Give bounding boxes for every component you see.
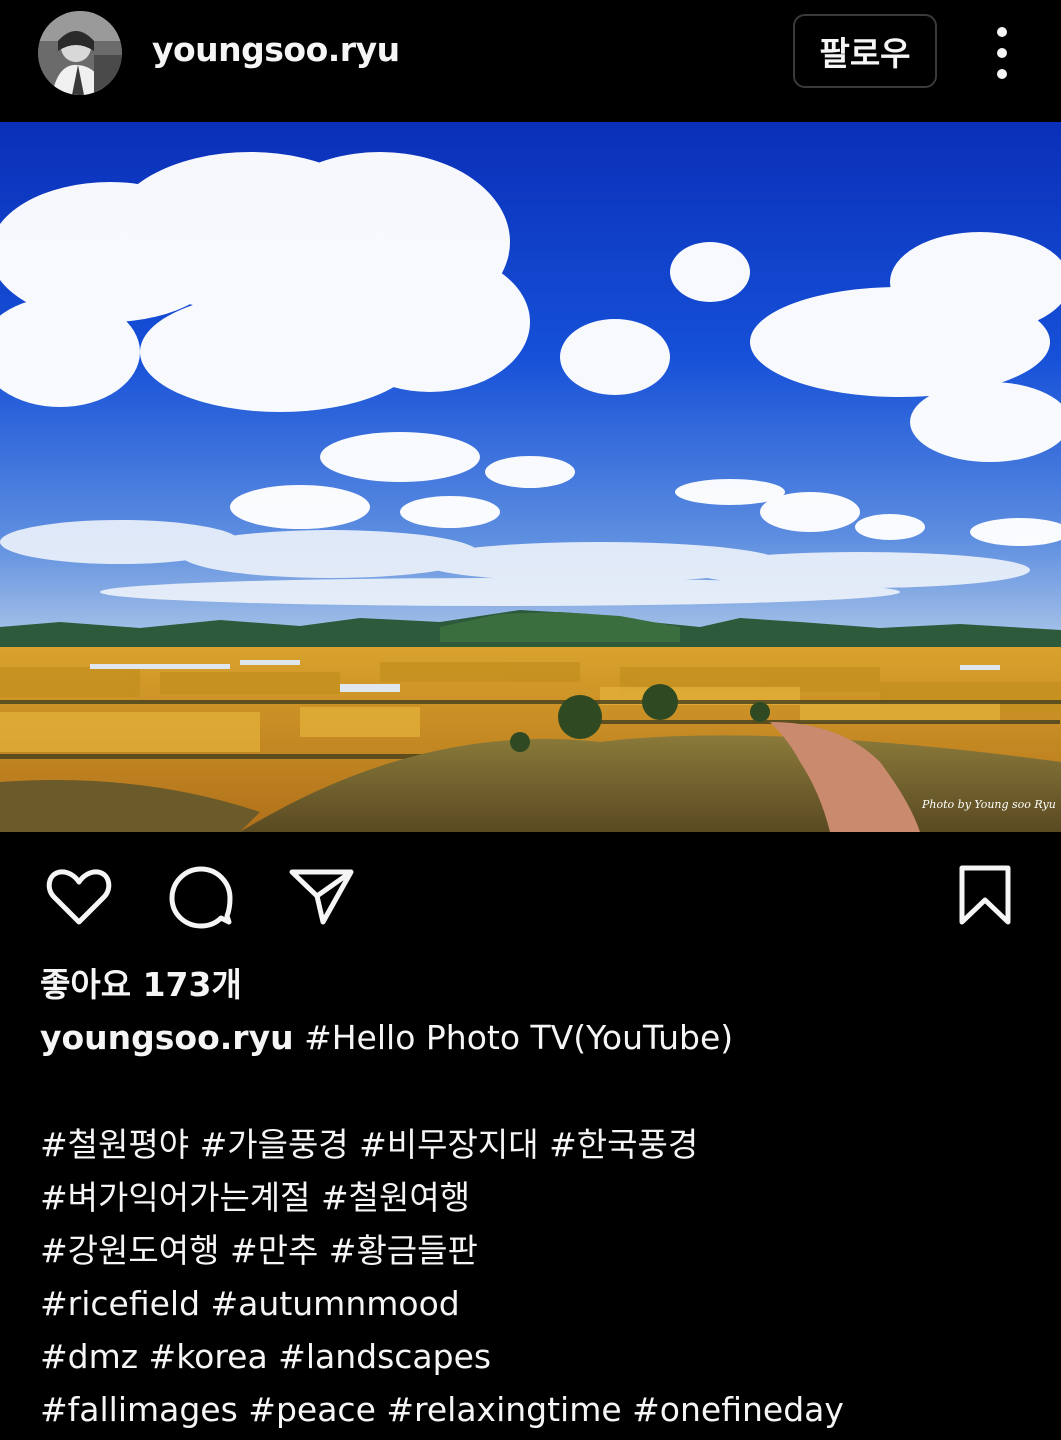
post-author-username[interactable]: youngsoo.ryu [152,30,400,69]
comment-bubble-icon [169,866,233,929]
caption-username[interactable]: youngsoo.ryu [40,1018,294,1057]
save-button[interactable] [950,862,1020,932]
share-button[interactable] [287,862,357,932]
avatar-photo [38,11,122,95]
heart-icon [46,869,112,925]
caption: youngsoo.ryu #Hello Photo TV(YouTube) [40,1018,733,1057]
landscape-image [0,122,1061,832]
photo-watermark: Photo by Young soo Ryu [922,798,1056,811]
hashtag-line[interactable]: #벼가익어가는계절 #철원여행 [40,1171,844,1224]
like-button[interactable] [44,862,114,932]
caption-text: #Hello Photo TV(YouTube) [304,1018,734,1057]
hashtag-line[interactable]: #fallimages #peace #relaxingtime #onefin… [40,1383,844,1436]
hashtag-line[interactable]: #강원도여행 #만추 #황금들판 [40,1224,844,1277]
follow-button[interactable]: 팔로우 [793,14,937,88]
avatar[interactable] [38,11,122,95]
more-vertical-icon [997,27,1007,79]
hashtag-line[interactable]: #철원평야 #가을풍경 #비무장지대 #한국풍경 [40,1118,844,1171]
post-header: youngsoo.ryu 팔로우 [0,0,1061,122]
comment-button[interactable] [166,862,236,932]
bookmark-icon [959,865,1011,925]
send-paper-plane-icon [289,869,354,925]
hashtag-block: #철원평야 #가을풍경 #비무장지대 #한국풍경 #벼가익어가는계절 #철원여행… [40,1118,844,1436]
likes-count[interactable]: 좋아요 173개 [40,958,242,1006]
post-photo[interactable]: Photo by Young soo Ryu [0,122,1061,832]
more-options-button[interactable] [985,24,1019,82]
hashtag-line[interactable]: #ricefield #autumnmood [40,1277,844,1330]
hashtag-line[interactable]: #dmz #korea #landscapes [40,1330,844,1383]
